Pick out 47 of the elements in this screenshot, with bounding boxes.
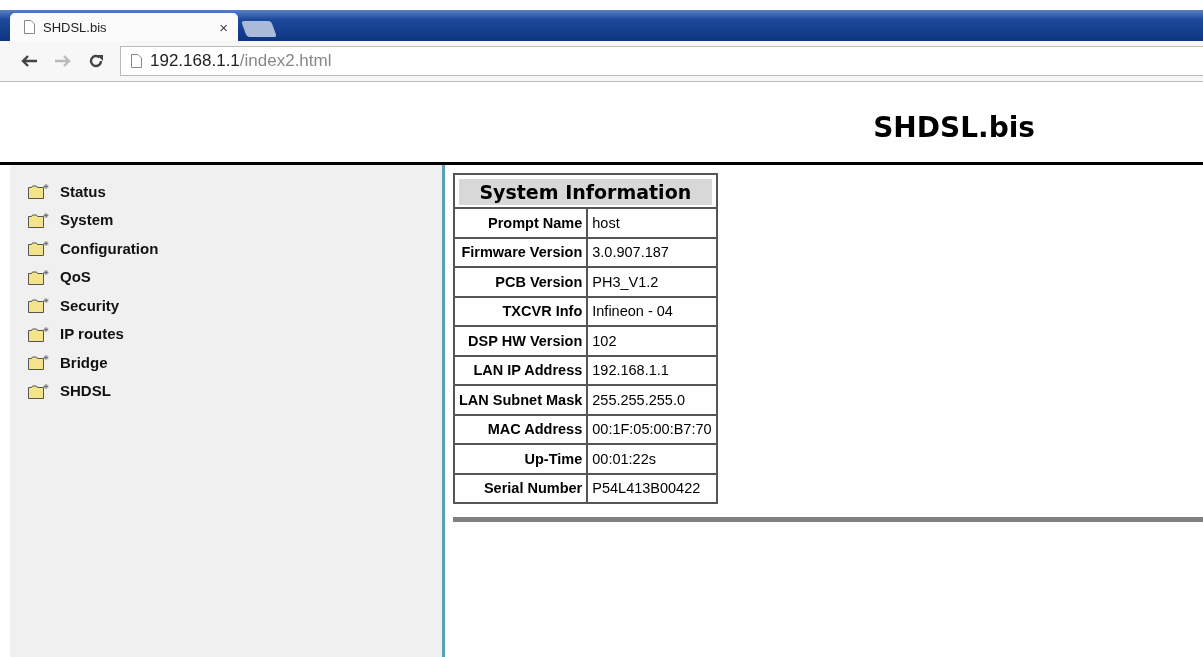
address-bar[interactable]: 192.168.1.1/index2.html: [120, 46, 1203, 76]
field-value: 102: [588, 325, 716, 355]
field-label: LAN Subnet Mask: [455, 384, 589, 414]
close-button[interactable]: ×: [219, 18, 228, 36]
field-label: Firmware Version: [455, 236, 589, 266]
folder-icon: [28, 268, 50, 285]
field-value: PH3_V1.2: [588, 266, 716, 296]
folder-icon: [28, 354, 50, 371]
field-value: 3.0.907.187: [588, 236, 716, 266]
field-label: DSP HW Version: [455, 325, 589, 355]
field-label: TXCVR Info: [455, 295, 589, 325]
page-icon: [131, 54, 142, 68]
field-label: MAC Address: [455, 413, 589, 443]
menu-link[interactable]: Configuration: [60, 239, 159, 257]
table-title: System Information: [459, 179, 712, 205]
menu-link[interactable]: Security: [60, 296, 120, 314]
field-value: 192.168.1.1: [588, 354, 716, 384]
field-label: Serial Number: [455, 472, 589, 502]
menu-link[interactable]: QoS: [60, 268, 91, 286]
new-tab-button[interactable]: [241, 21, 277, 37]
field-value: host: [588, 207, 716, 237]
menu-link[interactable]: System: [60, 211, 114, 229]
browser-tab[interactable]: SHDSL.bis ×: [10, 13, 238, 41]
folder-icon: [28, 325, 50, 342]
folder-icon: [28, 240, 50, 257]
menu-link[interactable]: Status: [60, 182, 106, 200]
page-title: SHDSL.bis: [873, 111, 1035, 144]
reload-icon[interactable]: [88, 53, 104, 69]
back-icon[interactable]: [20, 54, 38, 68]
menu-link[interactable]: Bridge: [60, 353, 108, 371]
field-value: Infineon - 04: [588, 295, 716, 325]
page-icon: [24, 20, 35, 34]
field-label: PCB Version: [455, 266, 589, 296]
field-label: LAN IP Address: [455, 354, 589, 384]
field-label: Prompt Name: [455, 207, 589, 237]
folder-icon: [28, 297, 50, 314]
field-value: 255.255.255.0: [588, 384, 716, 414]
folder-icon: [28, 183, 50, 200]
field-value: 00:1F:05:00:B7:70: [588, 413, 716, 443]
menu-link[interactable]: IP routes: [60, 325, 124, 343]
tab-title: SHDSL.bis: [43, 19, 108, 35]
field-value: 00:01:22s: [588, 443, 716, 473]
folder-icon: [28, 211, 50, 228]
folder-icon: [28, 382, 50, 399]
field-label: Up-Time: [455, 443, 589, 473]
menu-link[interactable]: SHDSL: [60, 382, 111, 400]
field-value: P54L413B00422: [588, 472, 716, 502]
